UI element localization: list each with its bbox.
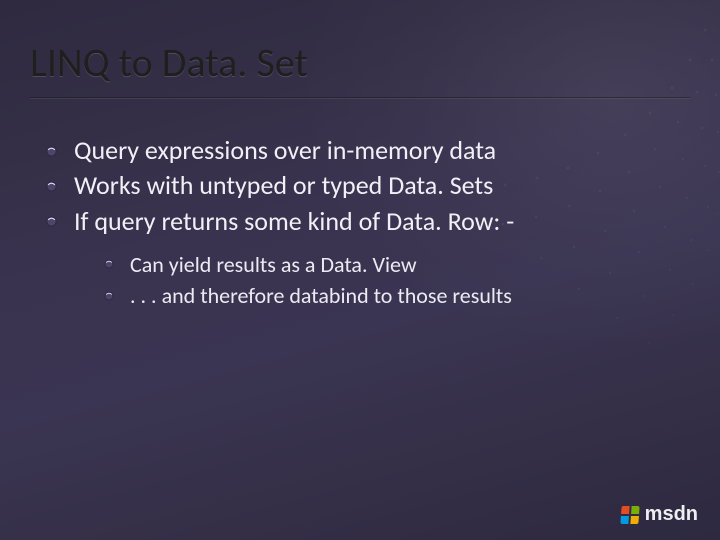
bullet-icon (46, 216, 57, 227)
list-item: . . . and therefore databind to those re… (104, 281, 680, 311)
bullet-icon (46, 181, 57, 192)
footer-brand-text: msdn (645, 503, 698, 526)
title-divider (30, 97, 690, 99)
list-item: If query returns some kind of Data. Row:… (46, 205, 680, 312)
list-item: Query expressions over in-memory data (46, 134, 680, 167)
list-item-text: Works with untyped or typed Data. Sets (74, 169, 493, 201)
bullet-icon (104, 291, 114, 301)
list-item: Works with untyped or typed Data. Sets (46, 169, 680, 202)
list-item: Can yield results as a Data. View (104, 250, 680, 280)
bullet-list-level2: Can yield results as a Data. View . . . … (74, 250, 680, 311)
content-area: Query expressions over in-memory data Wo… (46, 134, 680, 313)
list-item-text: . . . and therefore databind to those re… (130, 282, 512, 309)
footer-logo: msdn (621, 503, 698, 526)
slide: LINQ to Data. Set Query expressions over… (0, 0, 720, 540)
bullet-icon (104, 259, 114, 269)
slide-title: LINQ to Data. Set (30, 38, 690, 87)
bullet-icon (46, 146, 57, 157)
title-area: LINQ to Data. Set (30, 38, 690, 99)
list-item-text: If query returns some kind of Data. Row:… (74, 205, 514, 237)
list-item-text: Query expressions over in-memory data (74, 134, 496, 166)
microsoft-flag-icon (620, 506, 639, 524)
list-item-text: Can yield results as a Data. View (130, 251, 417, 278)
bullet-list-level1: Query expressions over in-memory data Wo… (46, 134, 680, 311)
